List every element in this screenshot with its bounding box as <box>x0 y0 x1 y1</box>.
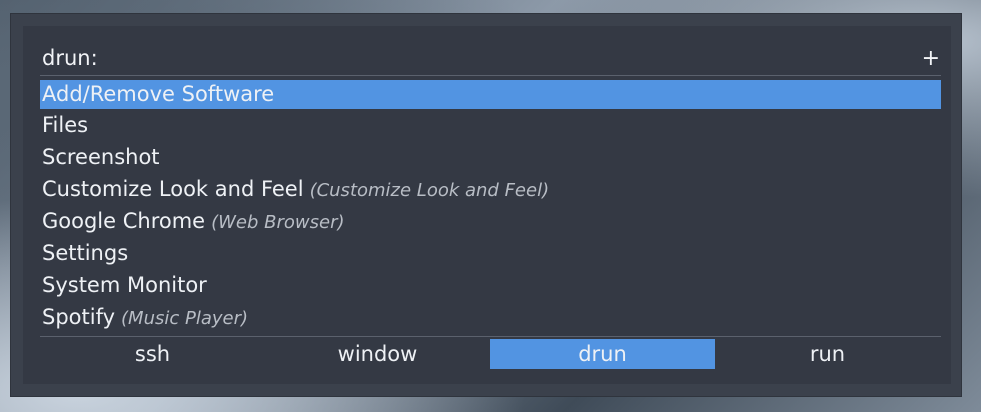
list-item-label: Spotify <box>42 305 116 329</box>
plus-icon[interactable]: + <box>922 47 940 71</box>
mode-tab-run[interactable]: run <box>715 339 940 369</box>
list-item-subtitle: (Web Browser) <box>211 212 345 233</box>
list-item-label: Settings <box>42 241 129 265</box>
list-item-customize-look-and-feel[interactable]: Customize Look and Feel (Customize Look a… <box>40 173 941 205</box>
mode-switcher: ssh window drun run <box>40 339 940 369</box>
result-list: Add/Remove Software Files Screenshot Cus… <box>40 80 941 333</box>
list-item-spotify[interactable]: Spotify (Music Player) <box>40 301 941 333</box>
list-item-label: Customize Look and Feel <box>42 177 304 201</box>
list-item-screenshot[interactable]: Screenshot <box>40 141 941 173</box>
list-item-add-remove-software[interactable]: Add/Remove Software <box>40 80 941 109</box>
prompt-row[interactable]: drun: + <box>42 43 940 73</box>
list-item-subtitle: (Customize Look and Feel) <box>309 180 550 201</box>
list-item-label: Files <box>42 113 89 137</box>
mode-tab-window[interactable]: window <box>265 339 490 369</box>
list-item-google-chrome[interactable]: Google Chrome (Web Browser) <box>40 205 941 237</box>
list-item-label: Add/Remove Software <box>42 82 275 106</box>
list-item-label: Google Chrome <box>42 209 206 233</box>
list-item-system-monitor[interactable]: System Monitor <box>40 269 941 301</box>
prompt-divider <box>40 75 941 76</box>
mode-divider <box>40 336 941 337</box>
list-item-label: Screenshot <box>42 145 160 169</box>
list-item-subtitle: (Music Player) <box>121 308 249 329</box>
mode-tab-drun[interactable]: drun <box>490 339 715 369</box>
mode-tab-ssh[interactable]: ssh <box>40 339 265 369</box>
prompt-label: drun: <box>42 46 98 70</box>
list-item-label: System Monitor <box>42 273 207 297</box>
list-item-files[interactable]: Files <box>40 109 941 141</box>
list-item-settings[interactable]: Settings <box>40 237 941 269</box>
